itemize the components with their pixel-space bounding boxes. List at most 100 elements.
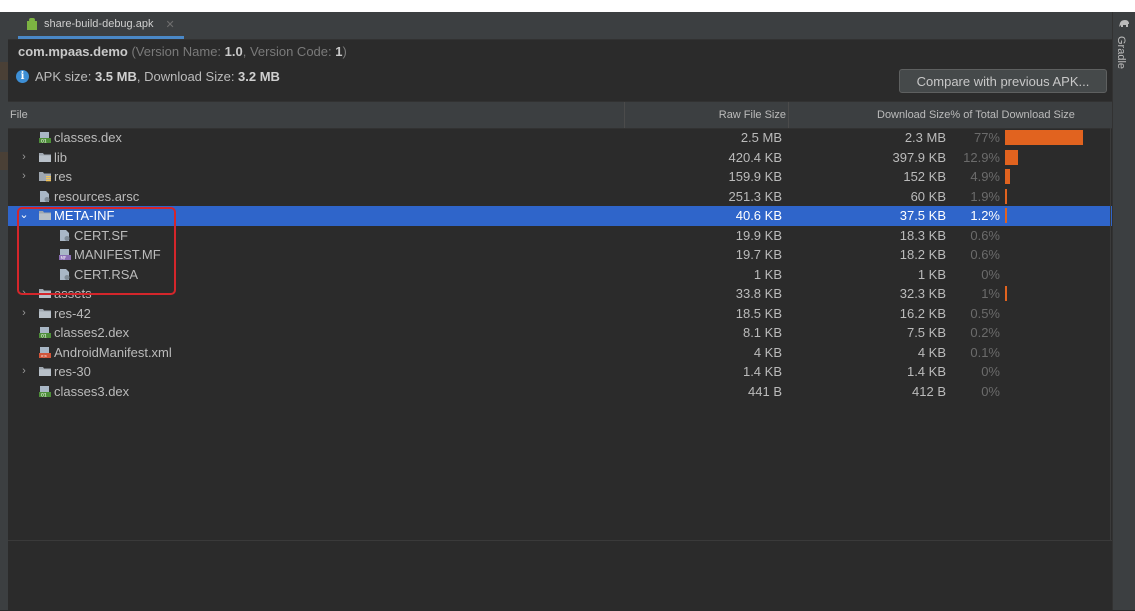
percent-of-total: 0%: [981, 383, 1000, 399]
table-row[interactable]: <> AndroidManifest.xml 4 KB 4 KB 0.1%: [8, 343, 1112, 363]
raw-size: 420.4 KB: [728, 149, 783, 165]
percent-of-total: 4.9%: [970, 169, 1000, 184]
percent-of-total: 0.6%: [970, 227, 1000, 243]
download-size-value: 3.2 MB: [238, 69, 280, 84]
details-pane: [8, 540, 1112, 611]
percent-of-total: 0.1%: [970, 344, 1000, 360]
download-size: 1.4 KB: [906, 364, 946, 379]
download-share-bar: [1005, 188, 1007, 204]
raw-size: 8.1 KB: [742, 325, 782, 340]
download-size: 4 KB: [917, 344, 946, 360]
file-name: classes.dex: [54, 130, 122, 145]
percent-of-total: 0.2%: [970, 325, 1000, 340]
table-row[interactable]: › lib 420.4 KB 397.9 KB 12.9%: [8, 148, 1112, 168]
package-info: com.mpaas.demo (Version Name: 1.0, Versi…: [18, 44, 347, 59]
download-size: 7.5 KB: [906, 325, 946, 340]
folder-icon: [38, 151, 52, 164]
table-row[interactable]: › res-30 1.4 KB 1.4 KB 0%: [8, 362, 1112, 382]
gradle-elephant-icon[interactable]: [1118, 18, 1130, 30]
compare-previous-apk-button[interactable]: Compare with previous APK...: [899, 69, 1107, 93]
package-name: com.mpaas.demo: [18, 44, 128, 59]
table-row[interactable]: 01 classes2.dex 8.1 KB 7.5 KB 0.2%: [8, 323, 1112, 343]
download-size: 16.2 KB: [899, 305, 946, 321]
apk-file-icon: [27, 17, 37, 30]
file-name: res-42: [54, 305, 91, 321]
dex-file-icon: 01: [38, 131, 52, 144]
resource-folder-icon: [38, 170, 52, 183]
apk-size-info: i APK size: 3.5 MB, Download Size: 3.2 M…: [16, 69, 280, 84]
close-icon[interactable]: ✕: [165, 18, 174, 31]
gutter-marker: [0, 62, 8, 80]
file-name: classes2.dex: [54, 325, 130, 340]
version-info: (Version Name: 1.0, Version Code: 1): [131, 44, 347, 59]
download-share-bar: [1005, 169, 1010, 184]
chevron-right-icon[interactable]: ›: [18, 148, 30, 168]
file-name: res: [54, 169, 73, 184]
file-name: AndroidManifest.xml: [54, 344, 172, 360]
svg-text:01: 01: [41, 333, 47, 339]
download-size: 412 B: [912, 383, 946, 399]
column-header-download-size[interactable]: Download Size% of Total Download Size: [788, 102, 1106, 128]
download-share-bar: [1005, 130, 1083, 145]
svg-text:<>: <>: [41, 353, 48, 358]
percent-of-total: 0%: [981, 266, 1000, 282]
file-name: lib: [54, 149, 68, 165]
chevron-right-icon[interactable]: ›: [18, 362, 30, 382]
percent-of-total: 77%: [973, 130, 1000, 145]
raw-size: 19.7 KB: [735, 247, 782, 262]
version-name: 1.0: [224, 44, 243, 59]
raw-size: 33.8 KB: [735, 286, 782, 301]
generic-file-icon: [38, 190, 52, 203]
column-header-raw-size[interactable]: Raw File Size: [624, 102, 788, 128]
percent-of-total: 12.9%: [963, 149, 1000, 165]
apk-analyzer-panel: share-build-debug.apk ✕ com.mpaas.demo (…: [8, 12, 1112, 610]
tab-apk-file[interactable]: share-build-debug.apk ✕: [18, 12, 184, 39]
percent-of-total: 0.6%: [970, 247, 1000, 262]
percent-of-total: 1.9%: [970, 188, 1000, 204]
dex-file-icon: 01: [38, 326, 52, 339]
raw-size: 251.3 KB: [728, 188, 783, 204]
download-size: 2.3 MB: [904, 130, 946, 145]
download-size: 32.3 KB: [899, 286, 946, 301]
scroll-track: [1110, 128, 1111, 540]
raw-size: 18.5 KB: [735, 305, 782, 321]
gradle-panel-tab[interactable]: Gradle: [1115, 36, 1127, 69]
table-row[interactable]: 01 classes.dex 2.5 MB 2.3 MB 77%: [8, 128, 1112, 148]
column-header-file[interactable]: File: [10, 102, 624, 128]
apk-size-value: 3.5 MB: [94, 69, 137, 84]
folder-icon: [38, 365, 52, 378]
table-row[interactable]: resources.arsc 251.3 KB 60 KB 1.9%: [8, 187, 1112, 207]
table-row[interactable]: › res 159.9 KB 152 KB 4.9%: [8, 167, 1112, 187]
download-size: 152 KB: [903, 169, 946, 184]
gutter-marker: [0, 152, 8, 170]
file-name: resources.arsc: [54, 188, 140, 204]
download-size: 18.3 KB: [899, 227, 946, 243]
download-share-bar: [1005, 208, 1007, 223]
folder-icon: [38, 307, 52, 320]
table-row[interactable]: › res-42 18.5 KB 16.2 KB 0.5%: [8, 304, 1112, 324]
highlight-annotation-box: [17, 207, 176, 295]
download-size: 397.9 KB: [892, 149, 947, 165]
dex-file-icon: 01: [38, 385, 52, 398]
percent-of-total: 1.2%: [970, 208, 1000, 223]
table-row[interactable]: 01 classes3.dex 441 B 412 B 0%: [8, 382, 1112, 402]
xml-file-icon: <>: [38, 346, 52, 359]
chevron-right-icon[interactable]: ›: [18, 167, 30, 187]
raw-size: 159.9 KB: [728, 169, 783, 184]
download-share-bar: [1005, 286, 1007, 301]
percent-of-total: 1%: [981, 286, 1000, 301]
top-strip: [0, 0, 1135, 12]
download-size: 60 KB: [910, 188, 946, 204]
raw-size: 4 KB: [753, 344, 782, 360]
svg-text:01: 01: [41, 138, 47, 144]
raw-size: 19.9 KB: [735, 227, 782, 243]
raw-size: 2.5 MB: [740, 130, 782, 145]
chevron-right-icon[interactable]: ›: [18, 304, 30, 324]
raw-size: 441 B: [748, 383, 782, 399]
raw-size: 40.6 KB: [735, 208, 782, 223]
download-size: 18.2 KB: [899, 247, 946, 262]
download-size: 1 KB: [917, 266, 946, 282]
file-name: classes3.dex: [54, 383, 130, 399]
raw-size: 1 KB: [753, 266, 782, 282]
svg-text:01: 01: [41, 392, 47, 398]
